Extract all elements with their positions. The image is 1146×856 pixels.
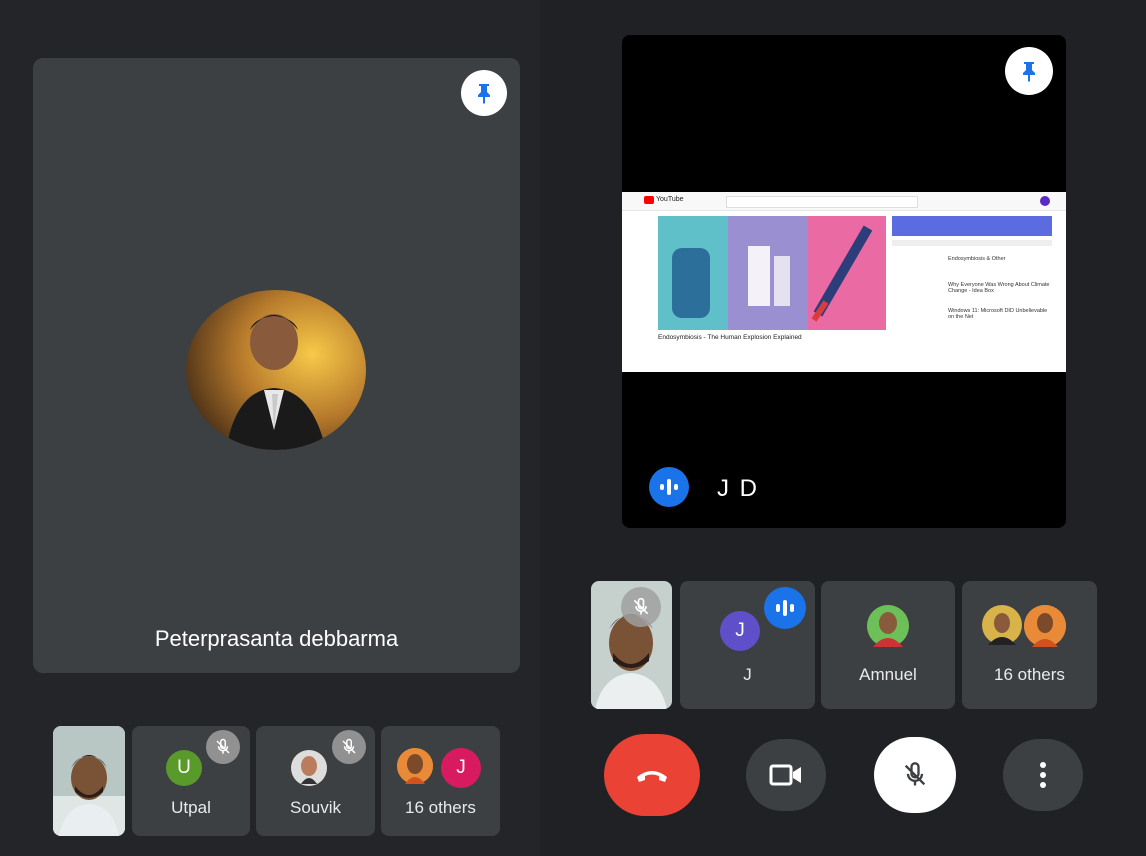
- shared-screen: YouTube Endosymbiosis - The Human Explos…: [622, 192, 1066, 372]
- sidebar-item: Why Everyone Was Wrong About Climate Cha…: [948, 282, 1050, 294]
- avatar-other: [982, 605, 1022, 645]
- self-video-thumbnail[interactable]: [591, 581, 672, 709]
- sidebar-list: Endosymbiosis & Other Why Everyone Was W…: [892, 216, 1052, 334]
- pin-icon: [478, 84, 490, 104]
- camera-icon: [769, 764, 801, 786]
- end-call-icon: [637, 771, 667, 782]
- pin-icon: [1023, 62, 1035, 82]
- participant-avatar: [186, 290, 366, 450]
- participant-tile-amnuel[interactable]: Amnuel: [821, 581, 955, 709]
- participant-tile-utpal[interactable]: U Utpal: [132, 726, 250, 836]
- mic-off-icon: [633, 597, 649, 615]
- speaking-indicator: [649, 467, 689, 507]
- browser-topbar: YouTube: [622, 192, 1066, 211]
- pin-button[interactable]: [1005, 47, 1053, 95]
- speaking-indicator: [764, 587, 806, 629]
- avatar-j: J: [720, 611, 760, 651]
- mic-off-icon: [216, 738, 230, 754]
- participant-name: Amnuel: [859, 665, 917, 684]
- youtube-logo-icon: [644, 196, 654, 204]
- site-search-box: [726, 196, 918, 208]
- mic-off-badge: [206, 730, 240, 764]
- pin-button[interactable]: [461, 70, 507, 116]
- participant-name: Peterprasanta debbarma: [154, 626, 399, 651]
- mic-off-badge: [332, 730, 366, 764]
- main-participant-tile[interactable]: Peterprasanta debbarma: [33, 58, 520, 673]
- mic-off-badge: [621, 587, 661, 627]
- video-thumbnail: [658, 216, 886, 330]
- camera-button[interactable]: [746, 739, 826, 811]
- mic-off-icon: [904, 762, 926, 786]
- participant-name: 16 others: [994, 665, 1065, 684]
- user-avatar-icon: [1040, 196, 1050, 206]
- participant-name: 16 others: [405, 798, 476, 817]
- avatar-souvik: [291, 750, 327, 786]
- avatar-other: [397, 748, 433, 784]
- mic-off-icon: [342, 738, 356, 754]
- self-video-thumbnail[interactable]: [53, 726, 125, 836]
- participant-name: J: [743, 665, 752, 684]
- avatar-utpal: U: [166, 750, 202, 786]
- audio-bars-icon: [660, 479, 678, 495]
- site-name: YouTube: [656, 196, 684, 203]
- presentation-tile[interactable]: YouTube Endosymbiosis - The Human Explos…: [622, 35, 1066, 528]
- end-call-button[interactable]: [604, 734, 700, 816]
- participant-name: Utpal: [171, 798, 211, 817]
- microphone-button[interactable]: [874, 737, 956, 813]
- more-vert-icon: [1040, 762, 1046, 788]
- avatar-other: [1024, 605, 1066, 647]
- participant-tile-j[interactable]: J J: [680, 581, 815, 709]
- video-title: Endosymbiosis - The Human Explosion Expl…: [658, 334, 802, 341]
- participant-name: Souvik: [289, 798, 342, 817]
- participant-tile-others[interactable]: J 16 others: [381, 726, 500, 836]
- sidebar-item: Endosymbiosis & Other: [948, 256, 1006, 262]
- presenter-name: J D: [717, 475, 759, 502]
- sidebar-item: Windows 11: Microsoft DID Unbelievable o…: [948, 308, 1048, 320]
- participant-tile-souvik[interactable]: Souvik: [256, 726, 375, 836]
- avatar-j: J: [441, 748, 481, 788]
- participant-tile-others[interactable]: 16 others: [962, 581, 1097, 709]
- avatar-amnuel: [867, 605, 909, 647]
- more-options-button[interactable]: [1003, 739, 1083, 811]
- audio-bars-icon: [776, 600, 794, 616]
